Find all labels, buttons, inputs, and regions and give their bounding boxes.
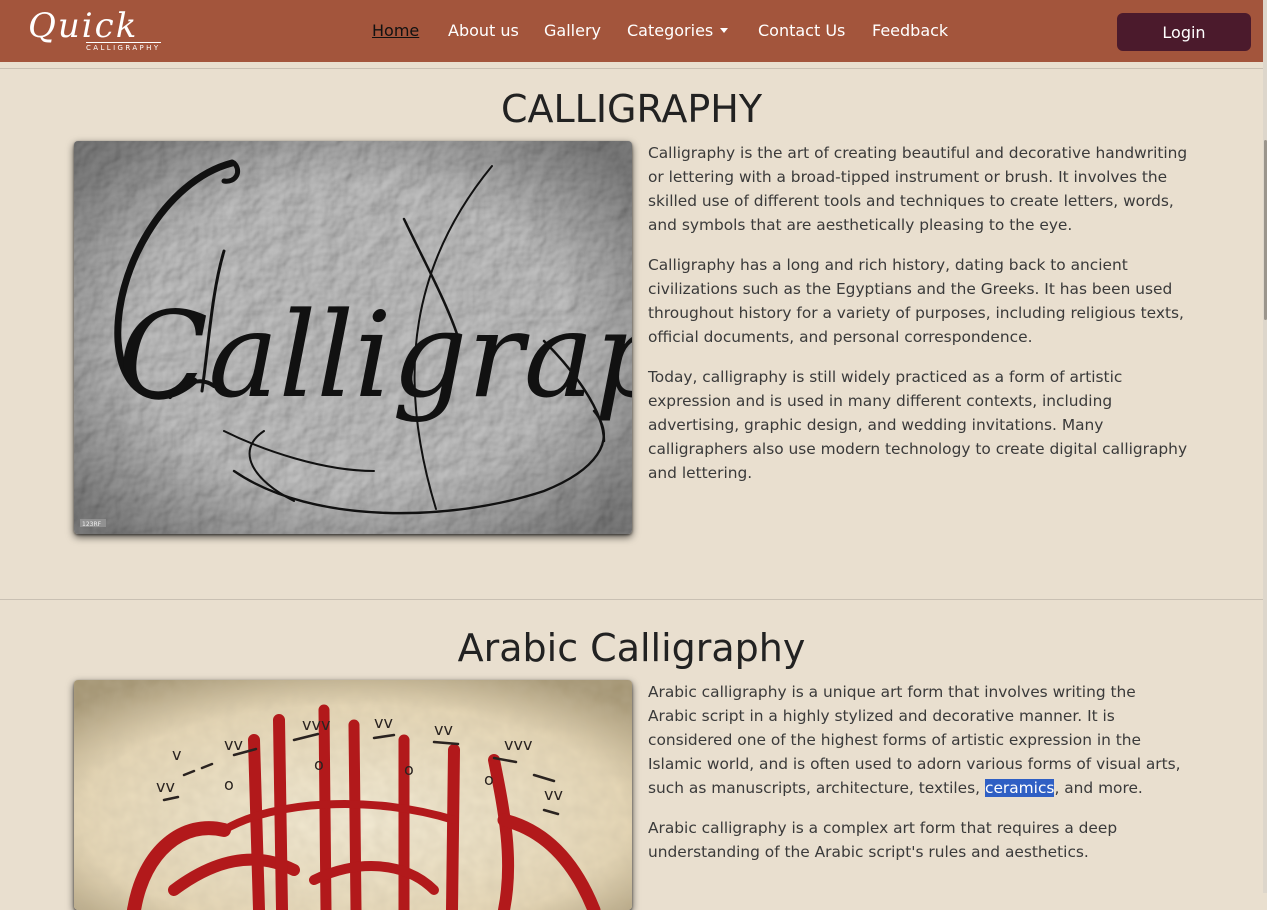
calligraphy-text: Calligraphy is the art of creating beaut… (648, 141, 1188, 501)
section-title-arabic: Arabic Calligraphy (457, 626, 806, 670)
paragraph: Arabic calligraphy is a complex art form… (648, 819, 1118, 861)
arabic-calligraphy-image: v vv vvv vv vv vvv vv vv o ooo (74, 680, 632, 910)
calligraphy-image: Calligraphy 123RF (74, 141, 632, 534)
svg-text:vv: vv (224, 735, 243, 754)
nav-link-feedback[interactable]: Feedback (872, 19, 948, 43)
nav-link-gallery[interactable]: Gallery (544, 19, 601, 43)
arabic-artwork: vvvvvv vv vvvvv vv vvo o oo (74, 680, 632, 910)
nav-link-home[interactable]: Home (372, 19, 419, 43)
svg-text:vv: vv (374, 713, 393, 732)
svg-text:v: v (172, 745, 181, 764)
svg-text:o: o (314, 755, 324, 774)
image-caption-word: Calligraphy (118, 286, 632, 424)
svg-text:vvv: vvv (302, 715, 330, 734)
divider (0, 68, 1263, 69)
svg-text:vvv: vvv (504, 735, 532, 754)
nav-link-contact[interactable]: Contact Us (758, 19, 845, 43)
selected-text: ceramics (984, 779, 1055, 797)
image-watermark: 123RF (82, 521, 102, 528)
arabic-calligraphy-text: Arabic calligraphy is a unique art form … (648, 680, 1188, 880)
chevron-down-icon (720, 28, 729, 33)
nav-link-about[interactable]: About us (448, 19, 519, 43)
brand-script: Quick (28, 6, 139, 46)
svg-text:o: o (404, 760, 414, 779)
svg-text:vv: vv (434, 720, 453, 739)
paragraph: Calligraphy has a long and rich history,… (648, 256, 1184, 346)
paragraph: Calligraphy is the art of creating beaut… (648, 144, 1188, 234)
brand-logo[interactable]: Quick CALLIGRAPHY (28, 6, 168, 54)
svg-text:o: o (484, 770, 494, 789)
nav-link-categories[interactable]: Categories (627, 19, 729, 43)
nav-link-categories-label: Categories (627, 21, 714, 40)
navbar: Quick CALLIGRAPHY Home About us Gallery … (0, 0, 1263, 62)
scrollbar[interactable] (1263, 0, 1267, 893)
login-button[interactable]: Login (1117, 13, 1251, 51)
brand-subtitle: CALLIGRAPHY (86, 42, 161, 52)
divider (0, 599, 1263, 600)
calligraphy-artwork: Calligraphy 123RF (74, 141, 632, 534)
section-title-calligraphy: CALLIGRAPHY (500, 87, 763, 131)
paragraph: Arabic calligraphy is a unique art form … (648, 680, 1188, 800)
svg-text:vv: vv (156, 777, 175, 796)
svg-text:vv: vv (544, 785, 563, 804)
paragraph-text: , and more. (1054, 779, 1143, 797)
paragraph: Today, calligraphy is still widely pract… (648, 368, 1188, 482)
svg-text:o: o (224, 775, 234, 794)
